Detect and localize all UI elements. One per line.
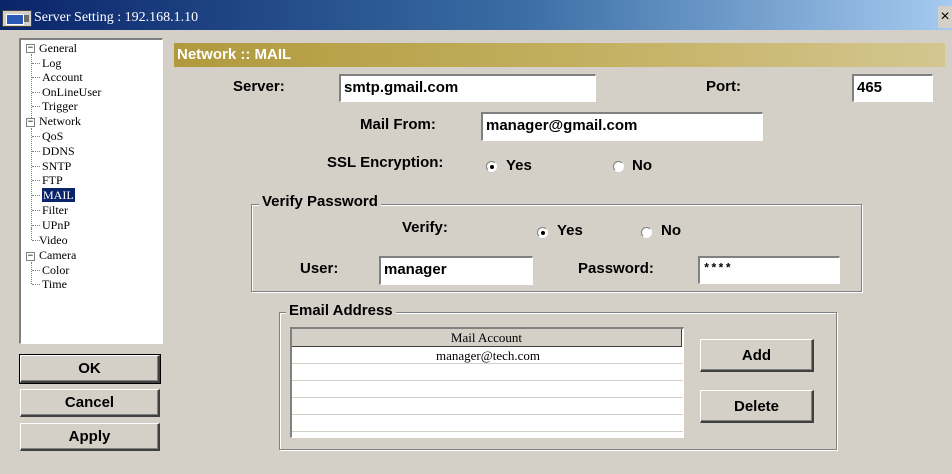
cancel-button[interactable]: Cancel [20,389,160,417]
port-input[interactable]: 465 [852,74,933,102]
tree-connector [32,166,40,167]
tree-connector [32,92,40,93]
tree-item-onlineuser[interactable]: OnLineUser [42,85,101,99]
tree-connector [32,180,40,181]
server-app-icon [2,10,32,27]
password-label: Password: [578,260,654,277]
verify-no-radio[interactable] [641,227,652,238]
tree-connector [31,128,32,228]
user-label: User: [300,260,339,277]
mail-from-input[interactable]: manager@gmail.com [481,112,763,141]
tree-item-sntp[interactable]: SNTP [42,159,71,173]
tree-connector [32,270,40,271]
collapse-icon[interactable]: − [26,118,35,127]
ssl-yes-label[interactable]: Yes [506,157,532,174]
tree-item-filter[interactable]: Filter [42,203,68,217]
ok-button[interactable]: OK [19,354,161,384]
title-bar: Server Setting : 192.168.1.10 × [0,0,952,30]
tree-item-ddns[interactable]: DDNS [42,144,75,158]
tree-connector [32,284,40,285]
tree-connector [32,106,40,107]
ssl-no-label[interactable]: No [632,157,652,174]
password-input[interactable]: **** [698,256,840,284]
close-icon[interactable]: × [938,6,952,28]
tree-item-trigger[interactable]: Trigger [42,99,78,113]
mail-account-table[interactable]: Mail Account manager@tech.com [290,327,684,438]
table-row[interactable] [292,382,683,398]
collapse-icon[interactable]: − [26,252,35,261]
verify-password-title: Verify Password [259,193,381,210]
mail-from-label: Mail From: [360,116,436,133]
tree-item-account[interactable]: Account [42,70,83,84]
ssl-yes-radio[interactable] [486,161,497,172]
table-row[interactable]: manager@tech.com [292,348,683,364]
tree-connector [32,195,40,196]
tree-item-log[interactable]: Log [42,56,61,70]
ssl-label: SSL Encryption: [327,154,444,171]
tree-item-time[interactable]: Time [42,277,67,291]
tree-connector [32,63,40,64]
tree-connector [31,228,32,240]
tree-item-camera[interactable]: Camera [39,248,76,262]
tree-connector [32,210,40,211]
table-row[interactable] [292,433,683,437]
tree-connector [32,77,40,78]
window-title: Server Setting : 192.168.1.10 [34,10,199,25]
tree-connector [32,151,40,152]
section-header: Network :: MAIL [174,43,945,67]
email-address-title: Email Address [286,302,396,319]
tree-item-video[interactable]: Video [39,233,68,247]
tree-connector [32,136,40,137]
settings-tree[interactable]: − General Log Account OnLineUser Trigger… [19,38,163,344]
tree-item-mail[interactable]: MAIL [42,188,75,202]
table-row[interactable] [292,399,683,415]
tree-item-general[interactable]: General [39,41,77,55]
table-row[interactable] [292,365,683,381]
verify-label: Verify: [402,219,448,236]
tree-connector [32,225,40,226]
tree-item-network[interactable]: Network [39,114,81,128]
collapse-icon[interactable]: − [26,44,35,53]
user-input[interactable]: manager [379,256,533,285]
verify-yes-label[interactable]: Yes [557,222,583,239]
tree-item-upnp[interactable]: UPnP [42,218,70,232]
tree-connector [31,262,32,284]
tree-item-color[interactable]: Color [42,263,69,277]
verify-yes-radio[interactable] [537,227,548,238]
tree-item-qos[interactable]: QoS [42,129,63,143]
ssl-no-radio[interactable] [613,161,624,172]
verify-no-label[interactable]: No [661,222,681,239]
port-label: Port: [706,78,741,95]
mail-account-column-header[interactable]: Mail Account [292,329,682,347]
delete-button[interactable]: Delete [700,390,814,423]
tree-connector [31,54,32,124]
server-label: Server: [233,78,285,95]
server-input[interactable]: smtp.gmail.com [339,74,596,102]
add-button[interactable]: Add [700,339,814,372]
tree-item-ftp[interactable]: FTP [42,173,63,187]
table-row[interactable] [292,416,683,432]
apply-button[interactable]: Apply [20,423,160,451]
